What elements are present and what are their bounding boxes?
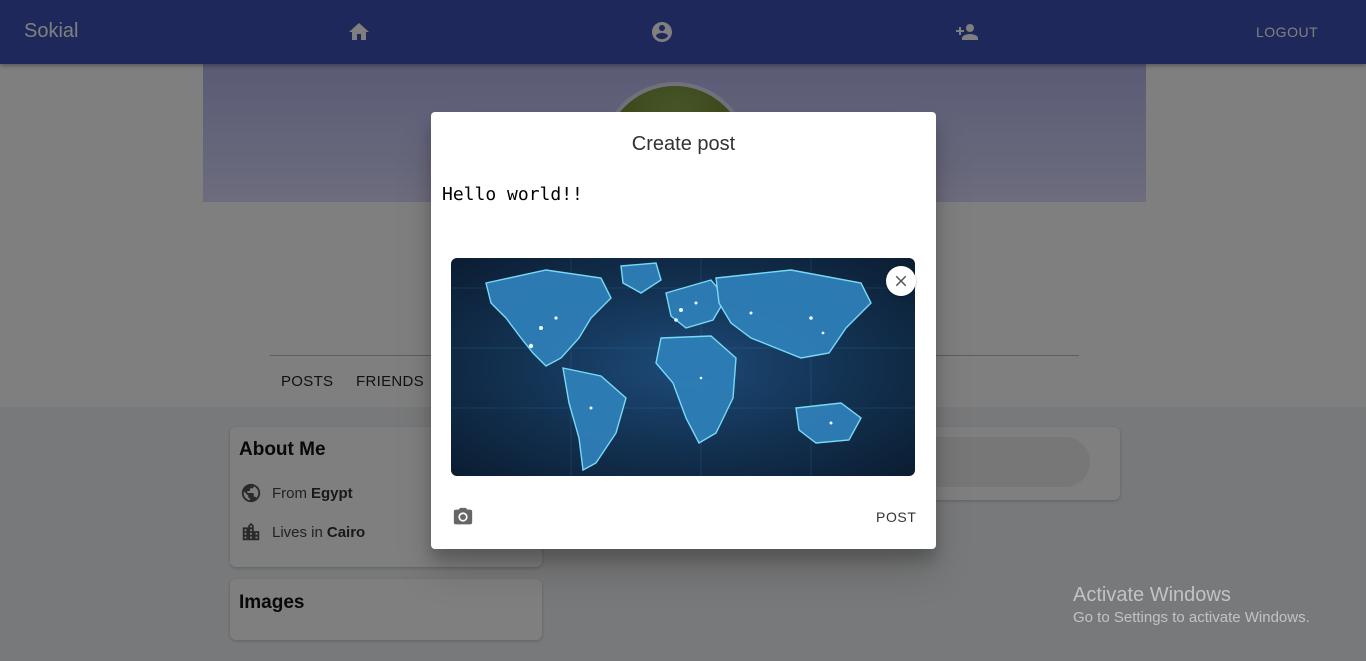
activate-windows-subtitle: Go to Settings to activate Windows. — [1073, 609, 1310, 626]
close-icon — [895, 275, 907, 287]
activate-windows-title: Activate Windows — [1073, 584, 1231, 606]
create-post-dialog: Create post Hello world!! POST — [431, 112, 936, 549]
camera-icon[interactable] — [452, 506, 474, 528]
world-map-image — [451, 258, 915, 476]
post-text-input[interactable]: Hello world!! — [442, 184, 922, 205]
world-map-graphic — [451, 258, 915, 476]
dialog-title: Create post — [631, 133, 736, 155]
remove-image-button[interactable] — [886, 266, 916, 296]
post-button[interactable]: POST — [876, 509, 917, 525]
